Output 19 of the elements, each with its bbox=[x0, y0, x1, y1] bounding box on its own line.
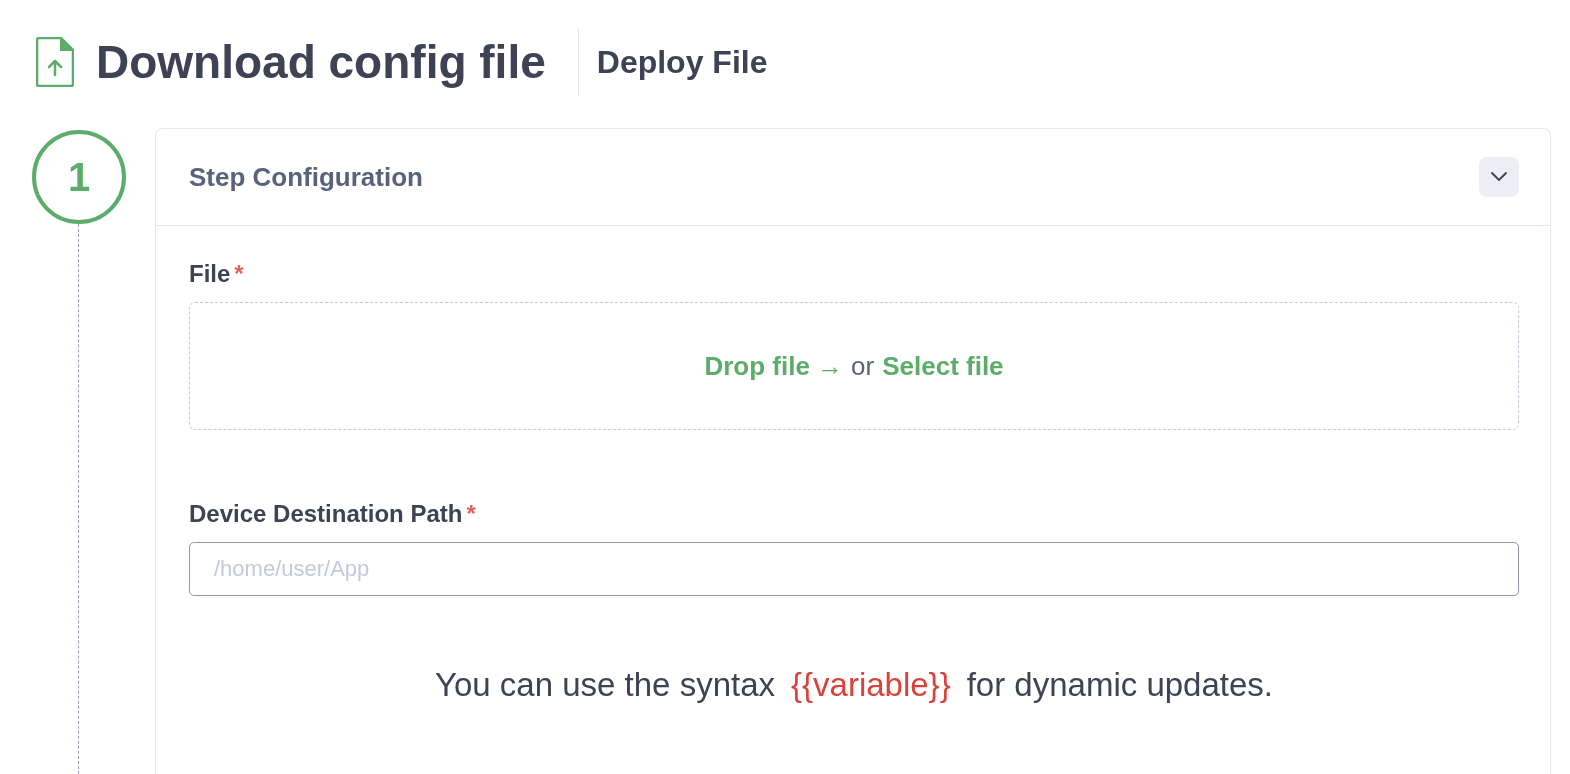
select-file-link[interactable]: Select file bbox=[882, 350, 1004, 382]
step-number: 1 bbox=[32, 130, 126, 224]
file-drop-zone[interactable]: Drop file → or Select file bbox=[189, 302, 1519, 430]
page-title: Download config file bbox=[96, 35, 546, 89]
hint-text: for dynamic updates. bbox=[966, 666, 1273, 704]
chevron-icon bbox=[1491, 172, 1507, 182]
page-subtitle: Deploy File bbox=[596, 43, 768, 81]
collapse-button[interactable] bbox=[1479, 157, 1519, 197]
required-asterisk: * bbox=[234, 260, 244, 288]
required-asterisk: * bbox=[466, 500, 476, 528]
variable-syntax: {{variable}} bbox=[791, 666, 951, 704]
path-input-field[interactable]: /home/user/App bbox=[189, 542, 1519, 596]
or-text: or bbox=[851, 350, 875, 382]
drop-file-link[interactable]: Drop file → bbox=[704, 350, 844, 382]
field-label: Device Destination Path bbox=[189, 500, 463, 528]
field-label: File bbox=[189, 260, 231, 288]
file-upload-icon bbox=[36, 37, 74, 87]
hint-text: You can use the syntax bbox=[435, 666, 775, 704]
card-title: Step Configuration bbox=[189, 161, 423, 193]
